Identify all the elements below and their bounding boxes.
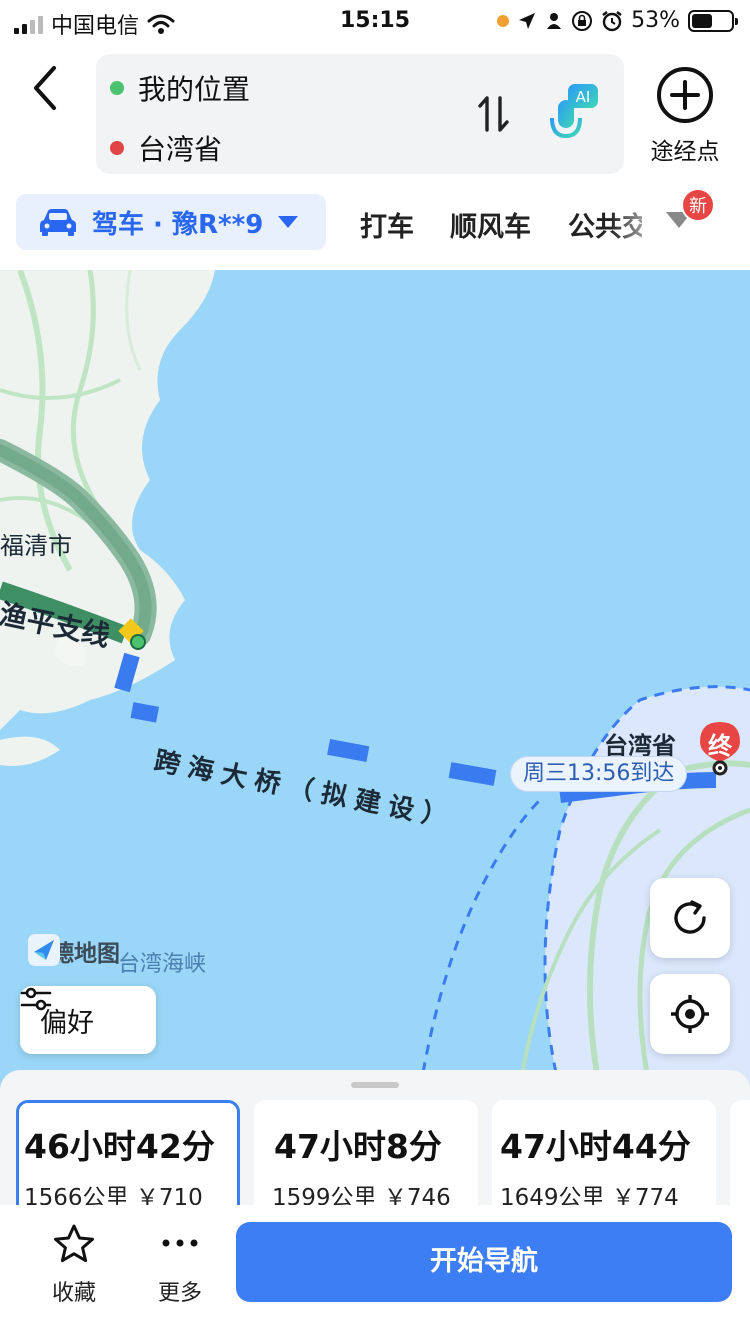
drive-mode-label: 驾车 · 豫R**9 xyxy=(92,209,264,240)
strait-label: 台湾海峡 xyxy=(118,952,207,977)
end-marker[interactable]: 终 xyxy=(696,720,744,776)
city-label: 福清市 xyxy=(0,532,72,560)
route-duration: 47小时8分 xyxy=(274,1127,442,1166)
mode-tab-drive[interactable]: 驾车 · 豫R**9 xyxy=(16,194,326,250)
alarm-icon xyxy=(602,10,622,31)
route-input-box: 我的位置 台湾省 AI xyxy=(96,54,624,174)
refresh-icon xyxy=(674,900,706,934)
origin-label: 我的位置 xyxy=(138,73,251,106)
back-button[interactable] xyxy=(24,62,68,114)
preference-button[interactable]: 偏好 xyxy=(20,986,156,1054)
map-view[interactable]: 福清市 渔平支线 跨海大桥（拟建设） 台湾省 台湾海峡 周三13:56到达 终 … xyxy=(0,270,750,1090)
star-icon xyxy=(54,1224,94,1263)
origin-field[interactable]: 我的位置 xyxy=(110,68,250,108)
car-icon xyxy=(40,209,76,236)
more-dots-icon xyxy=(162,1239,198,1247)
location-arrow-icon xyxy=(519,12,536,29)
map-logo: 高德地图 xyxy=(28,934,120,968)
add-waypoint-button[interactable]: 途经点 xyxy=(640,66,730,166)
origin-dot-icon xyxy=(110,81,124,95)
locate-me-button[interactable] xyxy=(650,974,730,1054)
mode-tab-taxi[interactable]: 打车 xyxy=(360,205,414,244)
privacy-indicator-icon xyxy=(497,14,510,27)
action-bar: 收藏 更多 开始导航 xyxy=(0,1205,750,1334)
plus-circle-icon xyxy=(657,67,713,123)
favorite-label: 收藏 xyxy=(51,1281,96,1306)
sliders-icon xyxy=(20,987,52,1011)
mode-tab-carpool[interactable]: 顺风车 xyxy=(450,205,531,244)
tab-fade-overlay xyxy=(610,196,670,248)
refresh-route-button[interactable] xyxy=(650,878,730,958)
person-icon xyxy=(547,12,562,29)
more-label: 更多 xyxy=(157,1281,202,1306)
destination-field[interactable]: 台湾省 xyxy=(110,128,222,168)
crosshair-locate-icon xyxy=(671,995,709,1033)
ai-voice-mic-icon[interactable]: AI xyxy=(548,84,600,144)
eta-pill: 周三13:56到达 xyxy=(510,756,688,792)
new-badge: 新 xyxy=(681,188,715,222)
chevron-left-icon xyxy=(34,66,56,110)
start-navigation-button[interactable]: 开始导航 xyxy=(236,1222,732,1302)
battery-fill xyxy=(692,13,713,28)
battery-percent: 53% xyxy=(631,8,680,33)
route-duration: 46小时42分 xyxy=(24,1127,215,1166)
favorite-button[interactable]: 收藏 xyxy=(34,1223,114,1307)
sheet-drag-handle[interactable] xyxy=(351,1082,399,1088)
swap-route-icon[interactable] xyxy=(476,94,512,134)
amap-logo-icon xyxy=(28,934,60,966)
destination-label: 台湾省 xyxy=(138,133,223,166)
status-right: 53% xyxy=(497,8,738,33)
waypoint-label: 途经点 xyxy=(650,139,720,165)
rotation-lock-icon xyxy=(572,10,593,31)
ai-badge-text: AI xyxy=(576,88,591,106)
more-button[interactable]: 更多 xyxy=(140,1223,220,1307)
destination-dot-icon xyxy=(110,141,124,155)
status-bar: 中国电信 15:15 53% xyxy=(0,0,750,42)
battery-icon xyxy=(688,9,738,32)
caret-down-icon xyxy=(278,216,299,228)
route-duration: 47小时44分 xyxy=(500,1127,691,1166)
end-marker-text: 终 xyxy=(708,732,732,760)
